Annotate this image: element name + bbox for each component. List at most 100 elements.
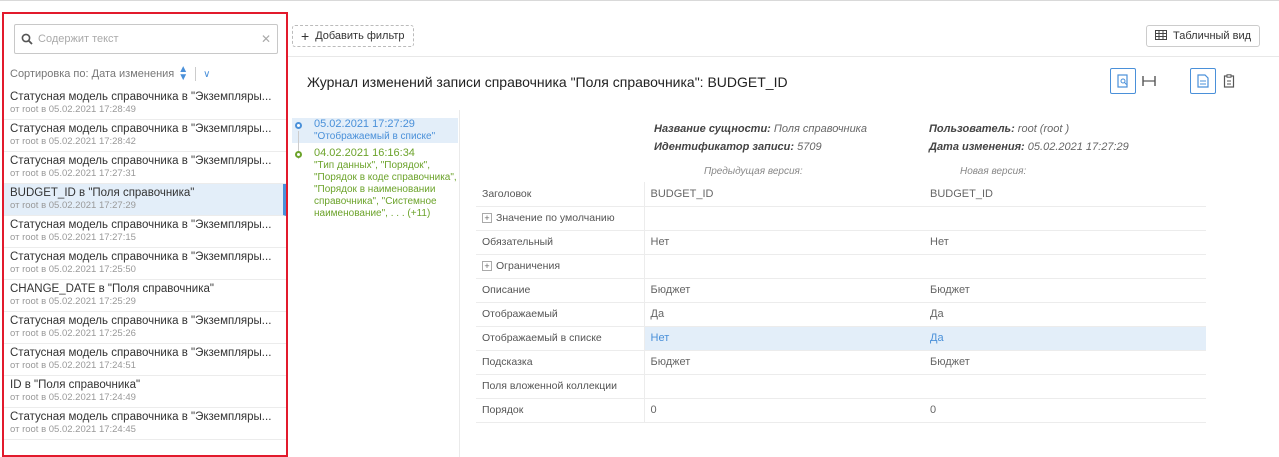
document-toggle-group [1190, 68, 1242, 94]
list-item-title: Статусная модель справочника в "Экземпля… [10, 91, 272, 103]
list-item[interactable]: Статусная модель справочника в "Экземпля… [4, 248, 286, 280]
diff-table: Заголовок BUDGET_ID BUDGET_ID + Значение по … [476, 182, 1206, 423]
chevron-down-icon[interactable]: ∨ [203, 69, 210, 80]
list-item[interactable]: Статусная модель справочника в "Экземпля… [4, 216, 286, 248]
sort-separator [195, 67, 197, 81]
new-version-header: Новая версия: [960, 166, 1027, 177]
field-label-cell: Поля вложенной коллекции [476, 374, 644, 399]
list-item-title: BUDGET_ID в "Поля справочника" [10, 187, 195, 199]
sort-direction-icon[interactable]: ▲ ▼ [178, 65, 188, 83]
timeline-date: 04.02.2021 16:16:34 [314, 147, 415, 159]
field-label-cell: Заголовок [476, 182, 644, 207]
list-item-subtitle: от root в 05.02.2021 17:24:49 [10, 392, 136, 403]
search-input[interactable] [38, 33, 261, 45]
new-value: Да [924, 302, 1206, 327]
list-item[interactable]: Статусная модель справочника в "Экземпля… [4, 152, 286, 184]
change-timeline: 05.02.2021 17:27:29 "Отображаемый в списк… [292, 118, 458, 224]
table-view-button[interactable]: Табличный вид [1146, 25, 1261, 47]
list-item-title: Статусная модель справочника в "Экземпля… [10, 155, 272, 167]
previous-value: BUDGET_ID [643, 182, 924, 207]
list-item[interactable]: Статусная модель справочника в "Экземпля… [4, 344, 286, 376]
change-meta: Пользователь: root (root ) Дата изменени… [929, 120, 1129, 156]
sidebar: ✕ Сортировка по: Дата изменения ▲▼ ∨ Ста… [2, 12, 288, 457]
add-filter-button[interactable]: + Добавить фильтр [292, 25, 414, 47]
list-item-title: ID в "Поля справочника" [10, 379, 141, 391]
record-id-label: Идентификатор записи: [654, 141, 795, 153]
entity-name-value: Поля справочника [773, 123, 867, 135]
table-icon [1155, 29, 1167, 43]
timeline-entry[interactable]: 04.02.2021 16:16:34 "Тип данных", "Порядо… [292, 147, 458, 220]
page-title: Журнал изменений записи справочника "Пол… [307, 74, 788, 90]
document-icon[interactable] [1190, 68, 1216, 94]
new-value [924, 374, 1206, 399]
list-item-subtitle: от root в 05.02.2021 17:27:31 [10, 168, 136, 179]
timeline-dot-icon [295, 151, 302, 158]
list-item[interactable]: Статусная модель справочника в "Экземпля… [4, 88, 286, 120]
timeline-changes: "Отображаемый в списке" [314, 131, 436, 142]
list-item[interactable]: BUDGET_ID в "Поля справочника" от root в … [4, 184, 286, 216]
list-item[interactable]: Статусная модель справочника в "Экземпля… [4, 120, 286, 152]
list-item[interactable]: Статусная модель справочника в "Экземпля… [4, 408, 286, 440]
search-icon [21, 33, 34, 46]
field-label-cell: Отображаемый [476, 302, 644, 327]
diff-row: Отображаемый в списке Нет Да [476, 326, 1206, 351]
timeline-date: 05.02.2021 17:27:29 [314, 118, 415, 130]
entity-meta: Название сущности: Поля справочника Иден… [654, 120, 867, 156]
diff-row: + Значение по умолчанию [476, 206, 1206, 231]
list-item-title: CHANGE_DATE в "Поля справочника" [10, 283, 214, 295]
document-search-icon[interactable] [1110, 68, 1136, 94]
expand-plus-icon[interactable]: + [482, 213, 492, 223]
record-list: Статусная модель справочника в "Экземпля… [4, 88, 286, 440]
diff-row: Описание Бюджет Бюджет [476, 278, 1206, 303]
previous-value [643, 206, 924, 231]
field-label-cell[interactable]: + Ограничения [476, 254, 644, 279]
change-date-value: 05.02.2021 17:27:29 [1027, 141, 1129, 153]
new-value: Нет [924, 230, 1206, 255]
list-item-subtitle: от root в 05.02.2021 17:27:15 [10, 232, 136, 243]
list-item-subtitle: от root в 05.02.2021 17:24:51 [10, 360, 136, 371]
list-item-subtitle: от root в 05.02.2021 17:25:26 [10, 328, 136, 339]
list-item[interactable]: ID в "Поля справочника" от root в 05.02.2… [4, 376, 286, 408]
entity-name-label: Название сущности: [654, 123, 771, 135]
list-item-subtitle: от root в 05.02.2021 17:24:45 [10, 424, 136, 435]
field-label: Ограничения [496, 260, 560, 272]
record-id-value: 5709 [797, 141, 822, 153]
field-label-cell: Порядок [476, 398, 644, 423]
field-label: Поля вложенной коллекции [482, 380, 618, 392]
expand-plus-icon[interactable]: + [482, 261, 492, 271]
field-label: Подсказка [482, 356, 533, 368]
list-item-subtitle: от root в 05.02.2021 17:28:49 [10, 104, 136, 115]
change-date-label: Дата изменения: [929, 141, 1025, 153]
previous-value: 0 [643, 398, 924, 423]
sort-bar: Сортировка по: Дата изменения ▲ ▼ ∨ [10, 65, 211, 83]
clear-icon[interactable]: ✕ [261, 32, 271, 46]
list-item[interactable]: Статусная модель справочника в "Экземпля… [4, 312, 286, 344]
previous-value: Нет [643, 230, 924, 255]
top-border [0, 0, 1279, 8]
view-toggle-group [1110, 68, 1162, 94]
diff-row: Обязательный Нет Нет [476, 230, 1206, 255]
plus-icon: + [301, 28, 310, 44]
field-label: Обязательный [482, 236, 554, 248]
search-box[interactable]: ✕ [14, 24, 278, 54]
field-label: Значение по умолчанию [496, 212, 615, 224]
list-item-title: Статусная модель справочника в "Экземпля… [10, 315, 272, 327]
list-item[interactable]: CHANGE_DATE в "Поля справочника" от root … [4, 280, 286, 312]
new-value [924, 206, 1206, 231]
field-label: Заголовок [482, 187, 532, 200]
timeline-changes: "Тип данных", "Порядок", "Порядок в коде… [314, 160, 457, 219]
new-value: BUDGET_ID [924, 182, 1206, 207]
previous-value: Бюджет [643, 278, 924, 303]
clipboard-icon[interactable] [1216, 68, 1242, 94]
timeline-entry[interactable]: 05.02.2021 17:27:29 "Отображаемый в списк… [292, 118, 458, 159]
previous-value: Да [643, 302, 924, 327]
column-width-icon[interactable] [1136, 68, 1162, 94]
user-label: Пользователь: [929, 123, 1015, 135]
new-value: Да [924, 326, 1206, 351]
field-label: Описание [482, 284, 531, 296]
list-item-title: Статусная модель справочника в "Экземпля… [10, 123, 272, 135]
field-label: Отображаемый в списке [482, 332, 602, 344]
field-label-cell[interactable]: + Значение по умолчанию [476, 206, 644, 231]
new-value: 0 [924, 398, 1206, 423]
list-item-title: Статусная модель справочника в "Экземпля… [10, 251, 272, 263]
